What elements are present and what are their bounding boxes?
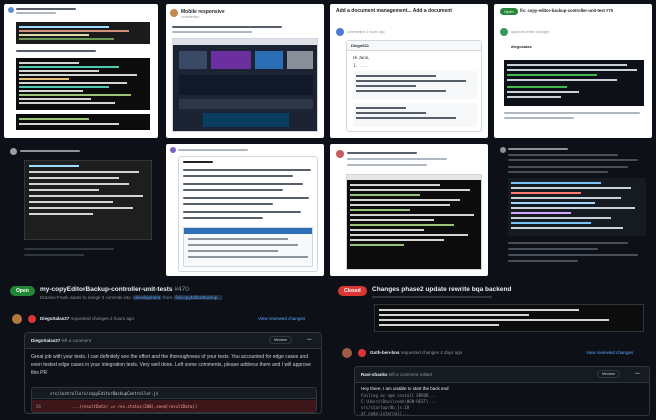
changes-requested-icon	[28, 315, 36, 323]
thumbnail-tile-8[interactable]	[494, 144, 652, 276]
pr-title[interactable]: Changes phase2 update rewrite bqa backen…	[372, 286, 511, 293]
comment-author: diegosalas	[511, 44, 532, 49]
tile-title: fix: copy-editor-backup-controller-unit-…	[520, 8, 614, 13]
status-badge: Closed	[338, 286, 367, 296]
avatar	[500, 28, 508, 36]
file-path[interactable]: src/controllers/copyEditorBackupControll…	[50, 391, 158, 396]
avatar	[170, 147, 176, 153]
avatar	[336, 28, 344, 36]
status-badge: Open	[500, 8, 518, 15]
code-line: ...(resultData) => res.status(200).send(…	[72, 404, 198, 409]
role-badge: Member	[269, 336, 293, 344]
review-comment: Ravi-shanks left a comment edited Member…	[354, 366, 650, 416]
avatar[interactable]	[342, 348, 352, 358]
header-text	[16, 12, 56, 14]
pr-subline: DiSalvo-Frank wants to merge 3 commits i…	[40, 295, 224, 300]
line-number: 56	[36, 404, 41, 409]
terminal-screenshot	[24, 160, 152, 240]
tile-subtitle: commented	[181, 15, 200, 19]
code-snippet	[504, 60, 644, 106]
tile-subtitle: approved these changes	[511, 30, 550, 34]
comment-greeting: Hey there, I am unable to start the back…	[361, 386, 449, 391]
pr-review-panel-right: Closed Changes phase2 update rewrite bqa…	[332, 282, 654, 416]
pr-title[interactable]: my-copyEditorBackup-controller-unit-test…	[40, 286, 189, 293]
error-line: C:\Users\Ravi\code\HGN-REST\...	[361, 399, 436, 404]
thumbnail-tile-7[interactable]	[330, 144, 488, 276]
avatar	[8, 7, 14, 13]
comment-header: Ravi-shanks left a comment edited Member…	[355, 367, 649, 383]
error-line: src/startup/db.js:18	[361, 405, 410, 410]
view-reviewed-changes-link[interactable]: View reviewed changes	[586, 350, 633, 355]
thumbnail-tile-2[interactable]: Mobile responsive commented	[166, 4, 324, 138]
thumbnail-tile-5[interactable]	[4, 144, 158, 276]
code-review-snippet: src/controllers/copyEditorBackupControll…	[31, 387, 317, 413]
terminal-screenshot	[374, 304, 644, 332]
review-comment: DiegoSalas27 left a comment Member ••• G…	[24, 332, 322, 414]
code-snippet	[508, 178, 646, 236]
status-badge: Open	[10, 286, 35, 296]
thumbnail-tile-6[interactable]	[166, 144, 324, 276]
thumbnail-tile-3[interactable]: Add a document management... Add a docum…	[330, 4, 488, 138]
avatar	[336, 150, 344, 158]
table-screenshot	[183, 227, 313, 267]
comment-header: DiegoSalas27 left a comment Member •••	[25, 333, 321, 349]
error-line: at node:internal/...	[361, 411, 410, 416]
terminal-screenshot	[16, 114, 150, 130]
more-options-icon[interactable]: •••	[635, 371, 640, 376]
browser-screenshot	[172, 38, 318, 132]
avatar	[500, 147, 506, 153]
changes-requested-icon	[358, 349, 366, 357]
comment-author: DiegoSalas27	[31, 338, 61, 343]
terminal-screenshot	[16, 22, 150, 44]
more-options-icon[interactable]: •••	[307, 337, 312, 342]
comment-author: DiegoS11	[351, 43, 370, 48]
thumbnail-tile-4[interactable]: Open fix: copy-editor-backup-controller-…	[494, 4, 652, 138]
thumbnail-tile-1[interactable]	[4, 4, 158, 138]
comment-body: Hi Jurio,	[353, 55, 370, 60]
terminal-screenshot	[346, 174, 482, 270]
review-event: DiegoSalas27 requested changes 2 hours a…	[40, 316, 134, 321]
tile-title: Add a document management... Add a docum…	[336, 8, 452, 14]
error-line: Failing as npm install ERROR...	[361, 393, 436, 398]
tile-subtitle: commented 4 hours ago	[347, 30, 385, 34]
avatar	[170, 9, 178, 17]
header-text	[16, 8, 76, 10]
terminal-screenshot	[16, 58, 150, 110]
view-reviewed-changes-link[interactable]: View reviewed changes	[258, 316, 305, 321]
comment-author: Ravi-shanks	[361, 372, 388, 377]
avatar	[10, 148, 17, 155]
comment-body: Great job with your tests. I can definit…	[31, 354, 311, 376]
review-event: Goth-ben-bns requested changes 4 days ag…	[370, 350, 463, 355]
pr-review-panel-left: Open my-copyEditorBackup-controller-unit…	[4, 282, 326, 416]
avatar[interactable]	[12, 314, 22, 324]
role-badge: Member	[597, 370, 621, 378]
